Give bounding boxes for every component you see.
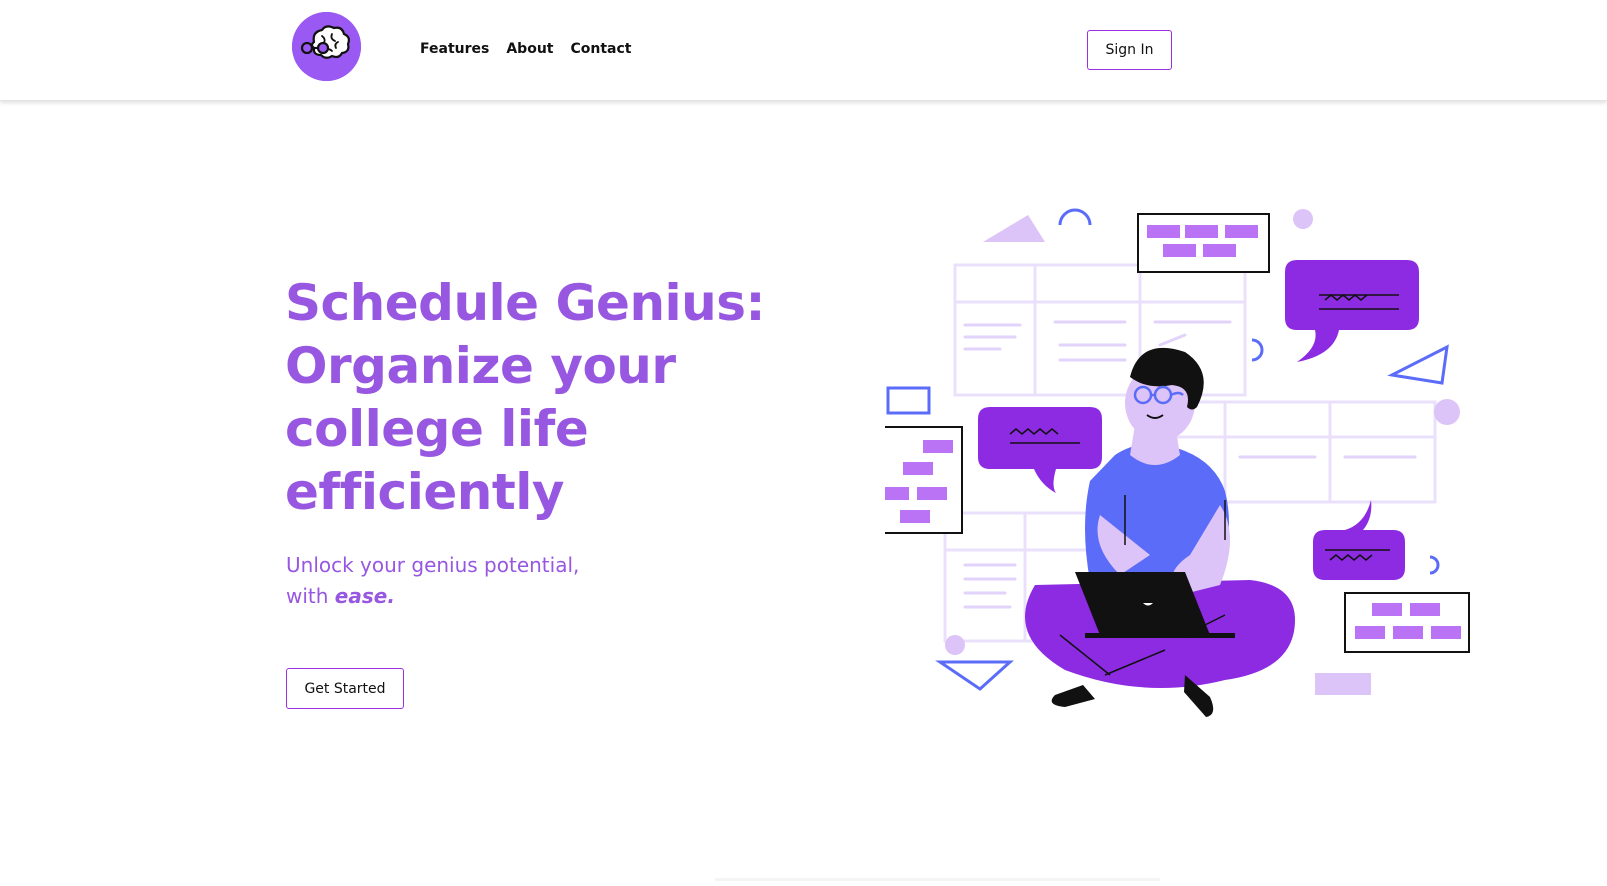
nav-link-contact[interactable]: Contact	[570, 41, 631, 57]
brain-logo-icon[interactable]	[292, 12, 361, 81]
get-started-button[interactable]: Get Started	[286, 668, 404, 709]
subtitle-prefix: with	[286, 584, 329, 608]
hero-title-line: college life	[285, 400, 589, 458]
navbar: Features About Contact Sign In	[0, 0, 1607, 101]
person-laptop-illustration	[871, 208, 1470, 717]
hero-title: Schedule Genius: Organize your college l…	[285, 272, 805, 524]
hero-title-line: Organize your	[285, 337, 676, 395]
hero-title-line: efficiently	[285, 463, 564, 521]
main-nav: Features About Contact	[420, 41, 648, 57]
hero-subtitle: Unlock your genius potential, with ease.	[286, 550, 579, 612]
subtitle-emphasis: ease.	[334, 584, 395, 608]
hero-title-line: Schedule Genius:	[285, 274, 766, 332]
subtitle-line-1: Unlock your genius potential,	[286, 553, 580, 577]
nav-link-features[interactable]: Features	[420, 41, 489, 57]
hero-illustration	[871, 205, 1505, 765]
section-divider	[715, 878, 1160, 881]
nav-link-about[interactable]: About	[506, 41, 553, 57]
sign-in-button[interactable]: Sign In	[1087, 30, 1172, 70]
